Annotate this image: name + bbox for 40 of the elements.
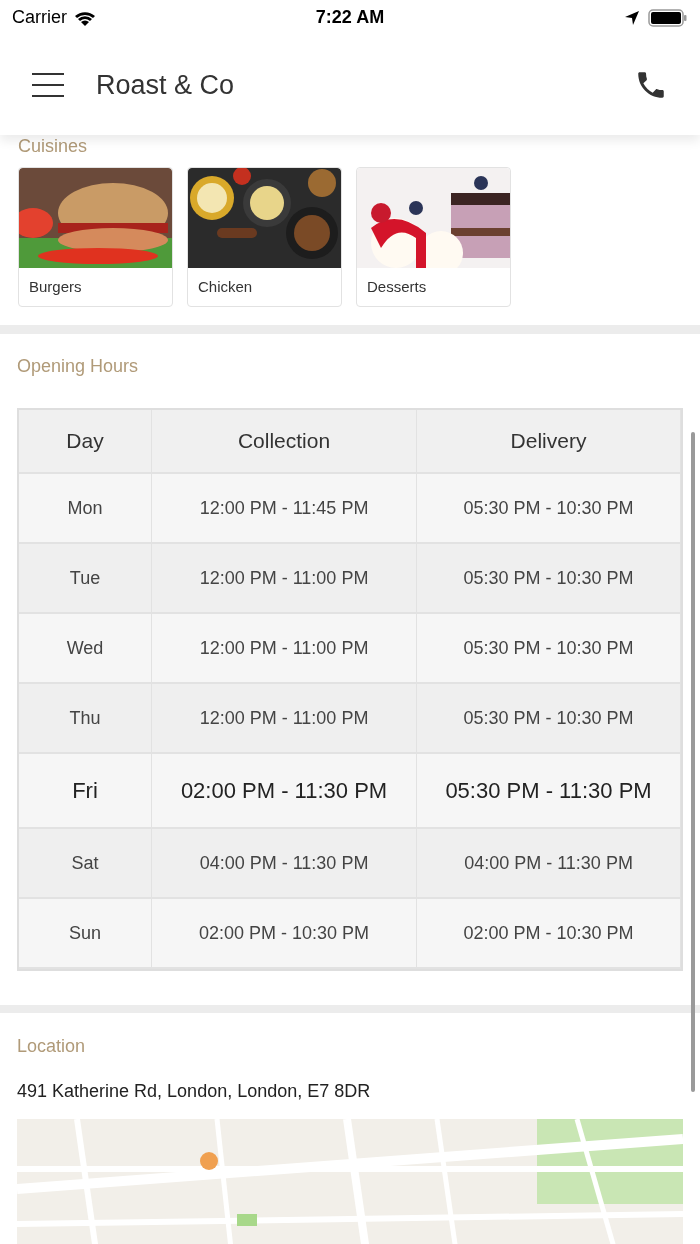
- time-cell: 05:30 PM - 11:30 PM: [417, 754, 681, 829]
- clock-time: 7:22 AM: [315, 6, 385, 29]
- day-cell: Thu: [19, 684, 152, 754]
- section-title: Opening Hours: [17, 355, 139, 378]
- time-cell: 05:30 PM - 10:30 PM: [417, 614, 681, 684]
- time-cell: 04:00 PM - 11:30 PM: [417, 829, 681, 899]
- day-cell: Wed: [19, 614, 152, 684]
- section-title: Cuisines: [18, 135, 88, 157]
- location-arrow-icon: [624, 9, 640, 26]
- cuisine-card[interactable]: Burgers: [18, 167, 173, 307]
- time-cell: 12:00 PM - 11:00 PM: [152, 544, 417, 614]
- cuisine-card[interactable]: Desserts: [356, 167, 511, 307]
- address-text: 491 Katherine Rd, London, London, E7 8DR: [17, 1080, 371, 1103]
- day-cell: Fri: [19, 754, 152, 829]
- cuisine-label: Desserts: [367, 276, 427, 297]
- time-cell: 05:30 PM - 10:30 PM: [417, 684, 681, 754]
- time-cell: 05:30 PM - 10:30 PM: [417, 474, 681, 544]
- section-title: Location: [17, 1035, 86, 1058]
- time-cell: 04:00 PM - 11:30 PM: [152, 829, 417, 899]
- time-cell: 02:00 PM - 11:30 PM: [152, 754, 417, 829]
- time-cell: 12:00 PM - 11:00 PM: [152, 684, 417, 754]
- time-cell: 12:00 PM - 11:45 PM: [152, 474, 417, 544]
- cuisine-label: Chicken: [198, 276, 253, 297]
- time-cell: 05:30 PM - 10:30 PM: [417, 544, 681, 614]
- column-header: Day: [19, 410, 152, 474]
- cuisine-card[interactable]: Chicken: [187, 167, 342, 307]
- day-cell: Sat: [19, 829, 152, 899]
- menu-button[interactable]: [32, 73, 64, 97]
- cuisine-label: Burgers: [29, 276, 82, 297]
- day-cell: Mon: [19, 474, 152, 544]
- carrier-label: Carrier: [12, 6, 67, 29]
- header-title: Roast & Co: [96, 68, 235, 102]
- time-cell: 02:00 PM - 10:30 PM: [152, 899, 417, 969]
- time-cell: 02:00 PM - 10:30 PM: [417, 899, 681, 969]
- time-cell: 12:00 PM - 11:00 PM: [152, 614, 417, 684]
- day-cell: Sun: [19, 899, 152, 969]
- battery-icon: [648, 7, 688, 28]
- day-cell: Tue: [19, 544, 152, 614]
- column-header: Delivery: [417, 410, 681, 474]
- column-header: Collection: [152, 410, 417, 474]
